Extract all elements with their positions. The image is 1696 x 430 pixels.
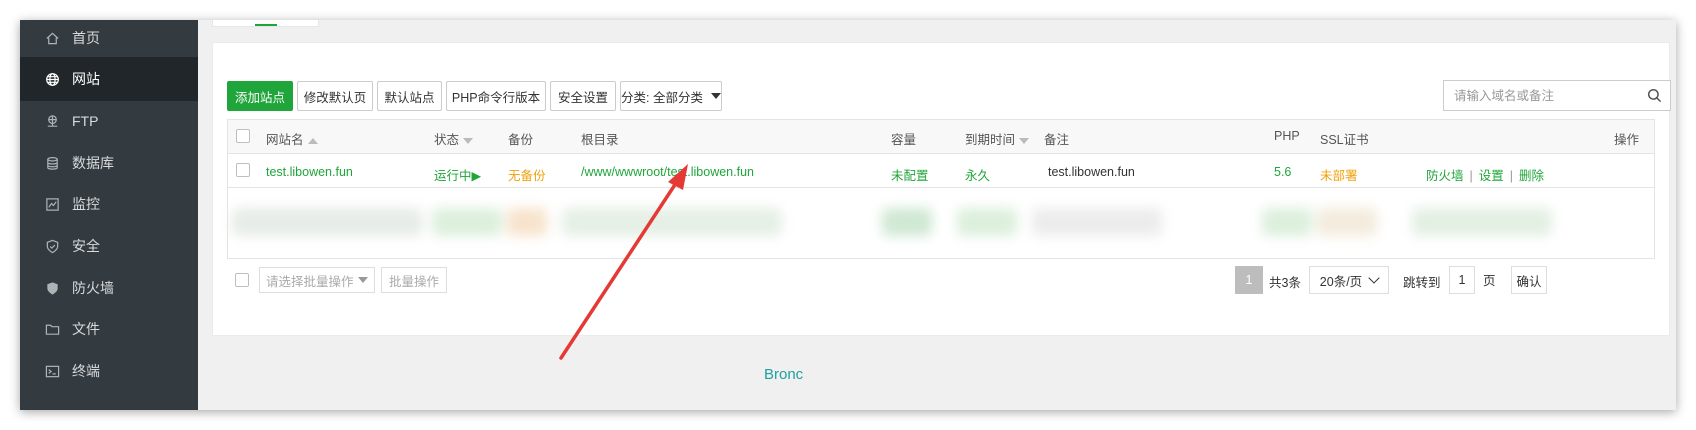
sidebar-item-label: 首页 (72, 30, 100, 46)
sidebar-item-firewall[interactable]: 防火墙 (20, 266, 198, 310)
chevron-down-icon (358, 277, 368, 283)
header-site-name[interactable]: 网站名 (266, 129, 318, 148)
terminal-icon (44, 363, 60, 379)
sidebar-item-label: 数据库 (72, 155, 114, 171)
search-input[interactable] (1452, 81, 1641, 111)
sidebar-item-files[interactable]: 文件 (20, 307, 198, 351)
shield-icon (44, 238, 60, 254)
sort-desc-icon (1019, 137, 1030, 144)
sort-desc-icon (463, 137, 474, 144)
app-window: 首页 网站 FTP 数据库 监控 安全 防火墙 文件 终端 添加站点 修改默认页… (20, 20, 1676, 410)
batch-and-pagination-bar: 请选择批量操作 批量操作 1 共3条 20条/页 跳转到 1 页 确认 (227, 265, 1655, 295)
sidebar-item-home[interactable]: 首页 (20, 20, 198, 60)
folder-icon (44, 321, 60, 337)
sidebar-item-label: FTP (72, 113, 99, 129)
site-backup[interactable]: 无备份 (508, 165, 546, 184)
site-status[interactable]: 运行中▶ (434, 165, 481, 184)
batch-action-placeholder: 请选择批量操作 (266, 274, 354, 289)
monitor-icon (44, 196, 60, 212)
site-ssl-status[interactable]: 未部署 (1320, 165, 1358, 184)
site-php-version[interactable]: 5.6 (1274, 165, 1291, 179)
header-ssl: SSL证书 (1320, 133, 1369, 147)
delete-action-link[interactable]: 删除 (1519, 169, 1544, 183)
page-size-value: 20条/页 (1319, 274, 1363, 289)
category-select[interactable]: 分类: 全部分类 (620, 81, 722, 111)
select-all-checkbox[interactable] (236, 129, 250, 143)
chevron-down-icon (710, 93, 721, 99)
table-header: 网站名 状态 备份 根目录 容量 到期时间 备注 PHP SSL证书 操作 (228, 120, 1654, 154)
batch-action-button[interactable]: 批量操作 (381, 267, 447, 293)
header-remark: 备注 (1044, 133, 1070, 147)
search-icon[interactable] (1647, 88, 1662, 106)
redacted-rows (232, 194, 1552, 252)
sort-asc-icon (307, 137, 318, 144)
watermark-text: Bronc (764, 366, 804, 383)
sidebar-item-terminal[interactable]: 终端 (20, 349, 198, 393)
default-site-button[interactable]: 默认站点 (377, 81, 442, 111)
page-unit-label: 页 (1483, 274, 1496, 288)
search-box (1443, 80, 1671, 111)
action-separator: | (1469, 169, 1473, 183)
batch-action-select[interactable]: 请选择批量操作 (259, 267, 375, 293)
confirm-jump-button[interactable]: 确认 (1511, 266, 1547, 294)
sidebar-item-label: 文件 (72, 321, 100, 337)
sidebar-item-ftp[interactable]: FTP (20, 99, 198, 143)
sidebar-item-label: 终端 (72, 363, 100, 379)
sidebar-item-label: 监控 (72, 196, 100, 212)
security-settings-button[interactable]: 安全设置 (550, 81, 616, 111)
jump-page-input[interactable]: 1 (1449, 266, 1475, 294)
jump-to-label: 跳转到 (1403, 276, 1441, 290)
current-page-button[interactable]: 1 (1235, 266, 1263, 294)
tab-strip (212, 20, 319, 27)
site-expire[interactable]: 永久 (965, 165, 990, 184)
header-actions: 操作 (1614, 133, 1640, 147)
site-remark[interactable]: test.libowen.fun (1048, 165, 1135, 179)
site-list-panel: 添加站点 修改默认页 默认站点 PHP命令行版本 安全设置 分类: 全部分类 网… (212, 42, 1671, 336)
sidebar-item-monitor[interactable]: 监控 (20, 182, 198, 226)
home-icon (44, 30, 60, 46)
action-separator: | (1509, 169, 1514, 183)
add-site-button[interactable]: 添加站点 (227, 81, 293, 111)
row-checkbox[interactable] (236, 163, 250, 177)
firewall-action-link[interactable]: 防火墙 (1426, 169, 1464, 183)
php-cli-version-button[interactable]: PHP命令行版本 (446, 81, 546, 111)
settings-action-link[interactable]: 设置 (1479, 169, 1504, 183)
sidebar-item-label: 防火墙 (72, 280, 114, 296)
site-table: 网站名 状态 备份 根目录 容量 到期时间 备注 PHP SSL证书 操作 te… (227, 119, 1655, 259)
globe-icon (44, 71, 60, 87)
sidebar-item-label: 安全 (72, 238, 100, 254)
header-expire[interactable]: 到期时间 (965, 129, 1030, 148)
batch-select-checkbox[interactable] (235, 273, 249, 287)
category-select-label: 分类: 全部分类 (621, 90, 703, 105)
site-name-link[interactable]: test.libowen.fun (266, 165, 353, 179)
active-tab-indicator (255, 24, 277, 26)
sidebar-item-label: 网站 (72, 71, 100, 87)
ftp-icon (44, 113, 60, 129)
firewall-icon (44, 280, 60, 296)
row-actions: 防火墙 | 设置 | 删除 (1426, 165, 1544, 184)
header-php: PHP (1274, 129, 1300, 143)
sidebar-item-database[interactable]: 数据库 (20, 141, 198, 185)
site-root-dir-link[interactable]: /www/wwwroot/test.libowen.fun (581, 165, 754, 179)
header-status[interactable]: 状态 (434, 129, 474, 148)
sidebar: 首页 网站 FTP 数据库 监控 安全 防火墙 文件 终端 (20, 20, 198, 410)
page-size-select[interactable]: 20条/页 (1309, 266, 1389, 294)
header-quota: 容量 (891, 133, 917, 147)
sidebar-item-website[interactable]: 网站 (20, 57, 198, 101)
header-backup: 备份 (508, 133, 534, 147)
chevron-down-icon (1368, 272, 1380, 284)
site-quota[interactable]: 未配置 (891, 165, 929, 184)
sidebar-item-security[interactable]: 安全 (20, 224, 198, 268)
database-icon (44, 155, 60, 171)
header-root-dir: 根目录 (581, 133, 619, 147)
total-count: 共3条 (1269, 276, 1301, 290)
modify-default-page-button[interactable]: 修改默认页 (297, 81, 373, 111)
